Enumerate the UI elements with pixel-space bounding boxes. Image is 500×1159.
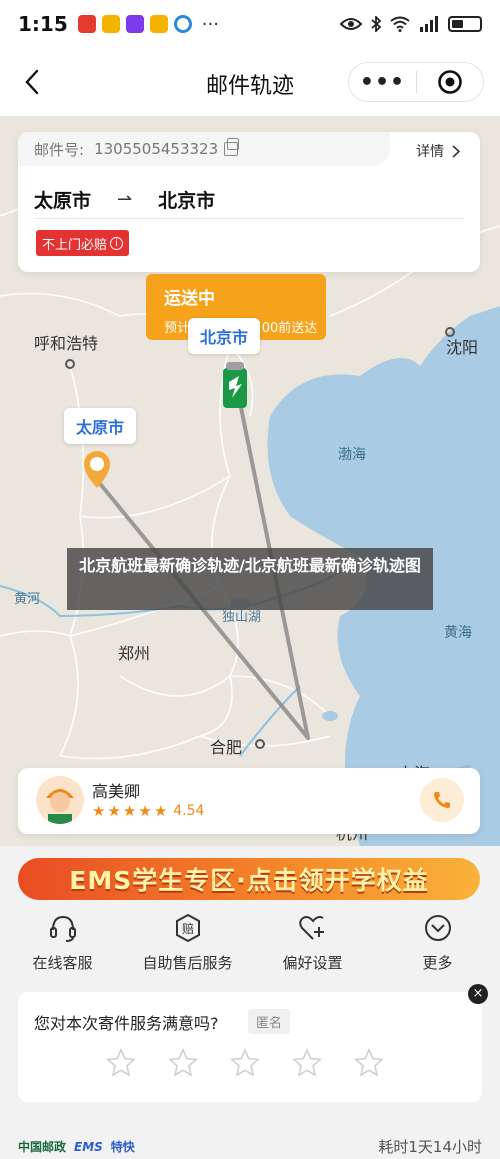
shipment-info-card: 邮件号: 1305505453323 详情 太原市 ⇀ 北京市 不上门必赔 i (18, 132, 480, 272)
close-miniprogram-button[interactable] (417, 62, 483, 102)
map-label-hefei: 合肥 (210, 738, 243, 757)
china-post-logo: 中国邮政 (18, 1140, 67, 1154)
avatar (36, 776, 84, 824)
star-icon: ★ (122, 802, 137, 820)
courier-card: 高美卿 ★ ★ ★ ★ ★ 4.54 (18, 768, 480, 834)
service-grid: 在线客服 赔 自助售后服务 偏好设置 更多 (0, 912, 500, 980)
more-options-button[interactable]: ••• (349, 62, 416, 102)
express-logo: 特快 (110, 1140, 135, 1154)
rating-stars (106, 1048, 384, 1078)
origin-city-tag: 太原市 (64, 408, 137, 444)
target-close-icon (438, 70, 462, 94)
status-bar: 1:15 ··· (0, 0, 500, 48)
map-label-yellow-river: 黄河 (14, 592, 41, 607)
info-icon: i (110, 236, 124, 250)
service-label: 自助售后服务 (142, 954, 233, 972)
guarantee-badge-label: 不上门必赔 (42, 237, 108, 253)
close-survey-button[interactable]: × (468, 984, 488, 1004)
origin-pin-icon (83, 450, 110, 488)
star-outline-icon[interactable] (106, 1048, 136, 1078)
map-label-shenyang: 沈阳 (446, 338, 479, 357)
map-label-yellow-sea: 黄海 (444, 625, 472, 641)
heart-plus-icon (297, 912, 329, 944)
courier-name: 高美卿 (92, 782, 141, 801)
service-aftersale[interactable]: 赔 自助售后服务 (125, 912, 250, 980)
tracking-number: 1305505453323 (94, 140, 219, 158)
overlay-caption: 北京航班最新确诊轨迹/北京航班最新确诊轨迹图 (67, 548, 433, 610)
status-time: 1:15 (18, 12, 68, 36)
divider (34, 218, 464, 219)
transit-status: 运送中 (164, 289, 215, 309)
details-link[interactable]: 详情 (416, 141, 460, 161)
truck-marker-icon (223, 362, 247, 408)
footer-bar: 中国邮政 EMS 特快 耗时1天14小时 (0, 1134, 500, 1159)
battery-icon (448, 16, 482, 32)
map-label-zhengzhou: 郑州 (118, 644, 151, 663)
service-more[interactable]: 更多 (375, 912, 500, 980)
star-icon: ★ (138, 802, 152, 820)
nav-bar: 邮件轨迹 ••• (0, 48, 500, 116)
guarantee-badge[interactable]: 不上门必赔 i (36, 230, 130, 256)
star-icon: ★ (153, 802, 168, 820)
star-icon: ★ (92, 802, 106, 820)
wifi-icon (390, 16, 410, 32)
notification-app-icon (125, 15, 144, 33)
service-preferences[interactable]: 偏好设置 (250, 912, 375, 980)
tracking-number-row: 邮件号: 1305505453323 (18, 132, 390, 166)
courier-rating: ★ ★ ★ ★ ★ 4.54 (92, 802, 204, 820)
bluetooth-icon (371, 16, 381, 32)
star-outline-icon[interactable] (354, 1048, 384, 1078)
eye-icon (340, 18, 362, 30)
transit-duration: 耗时1天14小时 (378, 1138, 482, 1156)
ems-logo: EMS (74, 1139, 103, 1154)
star-icon: ★ (107, 802, 121, 820)
service-label: 在线客服 (32, 954, 93, 972)
notification-app-icon (101, 15, 120, 33)
carrier-logos: 中国邮政 EMS 特快 (18, 1138, 135, 1155)
status-more-icon: ··· (201, 13, 219, 35)
banner-text: EMS学生专区·点击领开学权益 (69, 866, 429, 895)
student-promo-banner[interactable]: EMS学生专区·点击领开学权益 (18, 858, 480, 900)
copy-icon[interactable] (224, 138, 240, 156)
current-city-tag: 北京市 (188, 318, 261, 354)
destination-city: 北京市 (158, 190, 216, 212)
chevron-down-circle-icon (422, 912, 454, 944)
route-summary: 太原市 ⇀ 北京市 (34, 186, 215, 213)
details-label: 详情 (416, 144, 444, 160)
service-online-support[interactable]: 在线客服 (0, 912, 125, 980)
svg-text:赔: 赔 (181, 921, 193, 936)
star-outline-icon[interactable] (168, 1048, 198, 1078)
call-courier-button[interactable] (420, 778, 464, 822)
satisfaction-survey: × 您对本次寄件服务满意吗? 匿名 (18, 984, 488, 1102)
route-arrow-icon: ⇀ (117, 189, 133, 210)
notification-app-icon (149, 15, 168, 33)
courier-avatar-icon (36, 776, 84, 824)
anonymous-tag: 匿名 (248, 1009, 291, 1034)
headset-icon (47, 912, 79, 944)
notification-app-icon (77, 15, 96, 33)
rating-score: 4.54 (173, 803, 205, 819)
service-label: 更多 (422, 954, 453, 972)
notification-app-icon (173, 15, 192, 33)
aftersale-badge-icon: 赔 (172, 912, 204, 944)
phone-icon (434, 792, 450, 808)
mini-program-capsule: ••• (348, 62, 484, 102)
map-label-bohai: 渤海 (338, 447, 366, 463)
map-label-hohhot: 呼和浩特 (34, 334, 99, 353)
status-indicators (340, 16, 482, 32)
service-label: 偏好设置 (282, 954, 343, 972)
star-outline-icon[interactable] (230, 1048, 260, 1078)
survey-question: 您对本次寄件服务满意吗? (34, 1014, 219, 1033)
signal-icon (420, 16, 438, 32)
star-outline-icon[interactable] (292, 1048, 322, 1078)
origin-city: 太原市 (34, 190, 92, 212)
tracking-label: 邮件号: (34, 140, 85, 159)
chevron-right-icon (452, 144, 460, 158)
